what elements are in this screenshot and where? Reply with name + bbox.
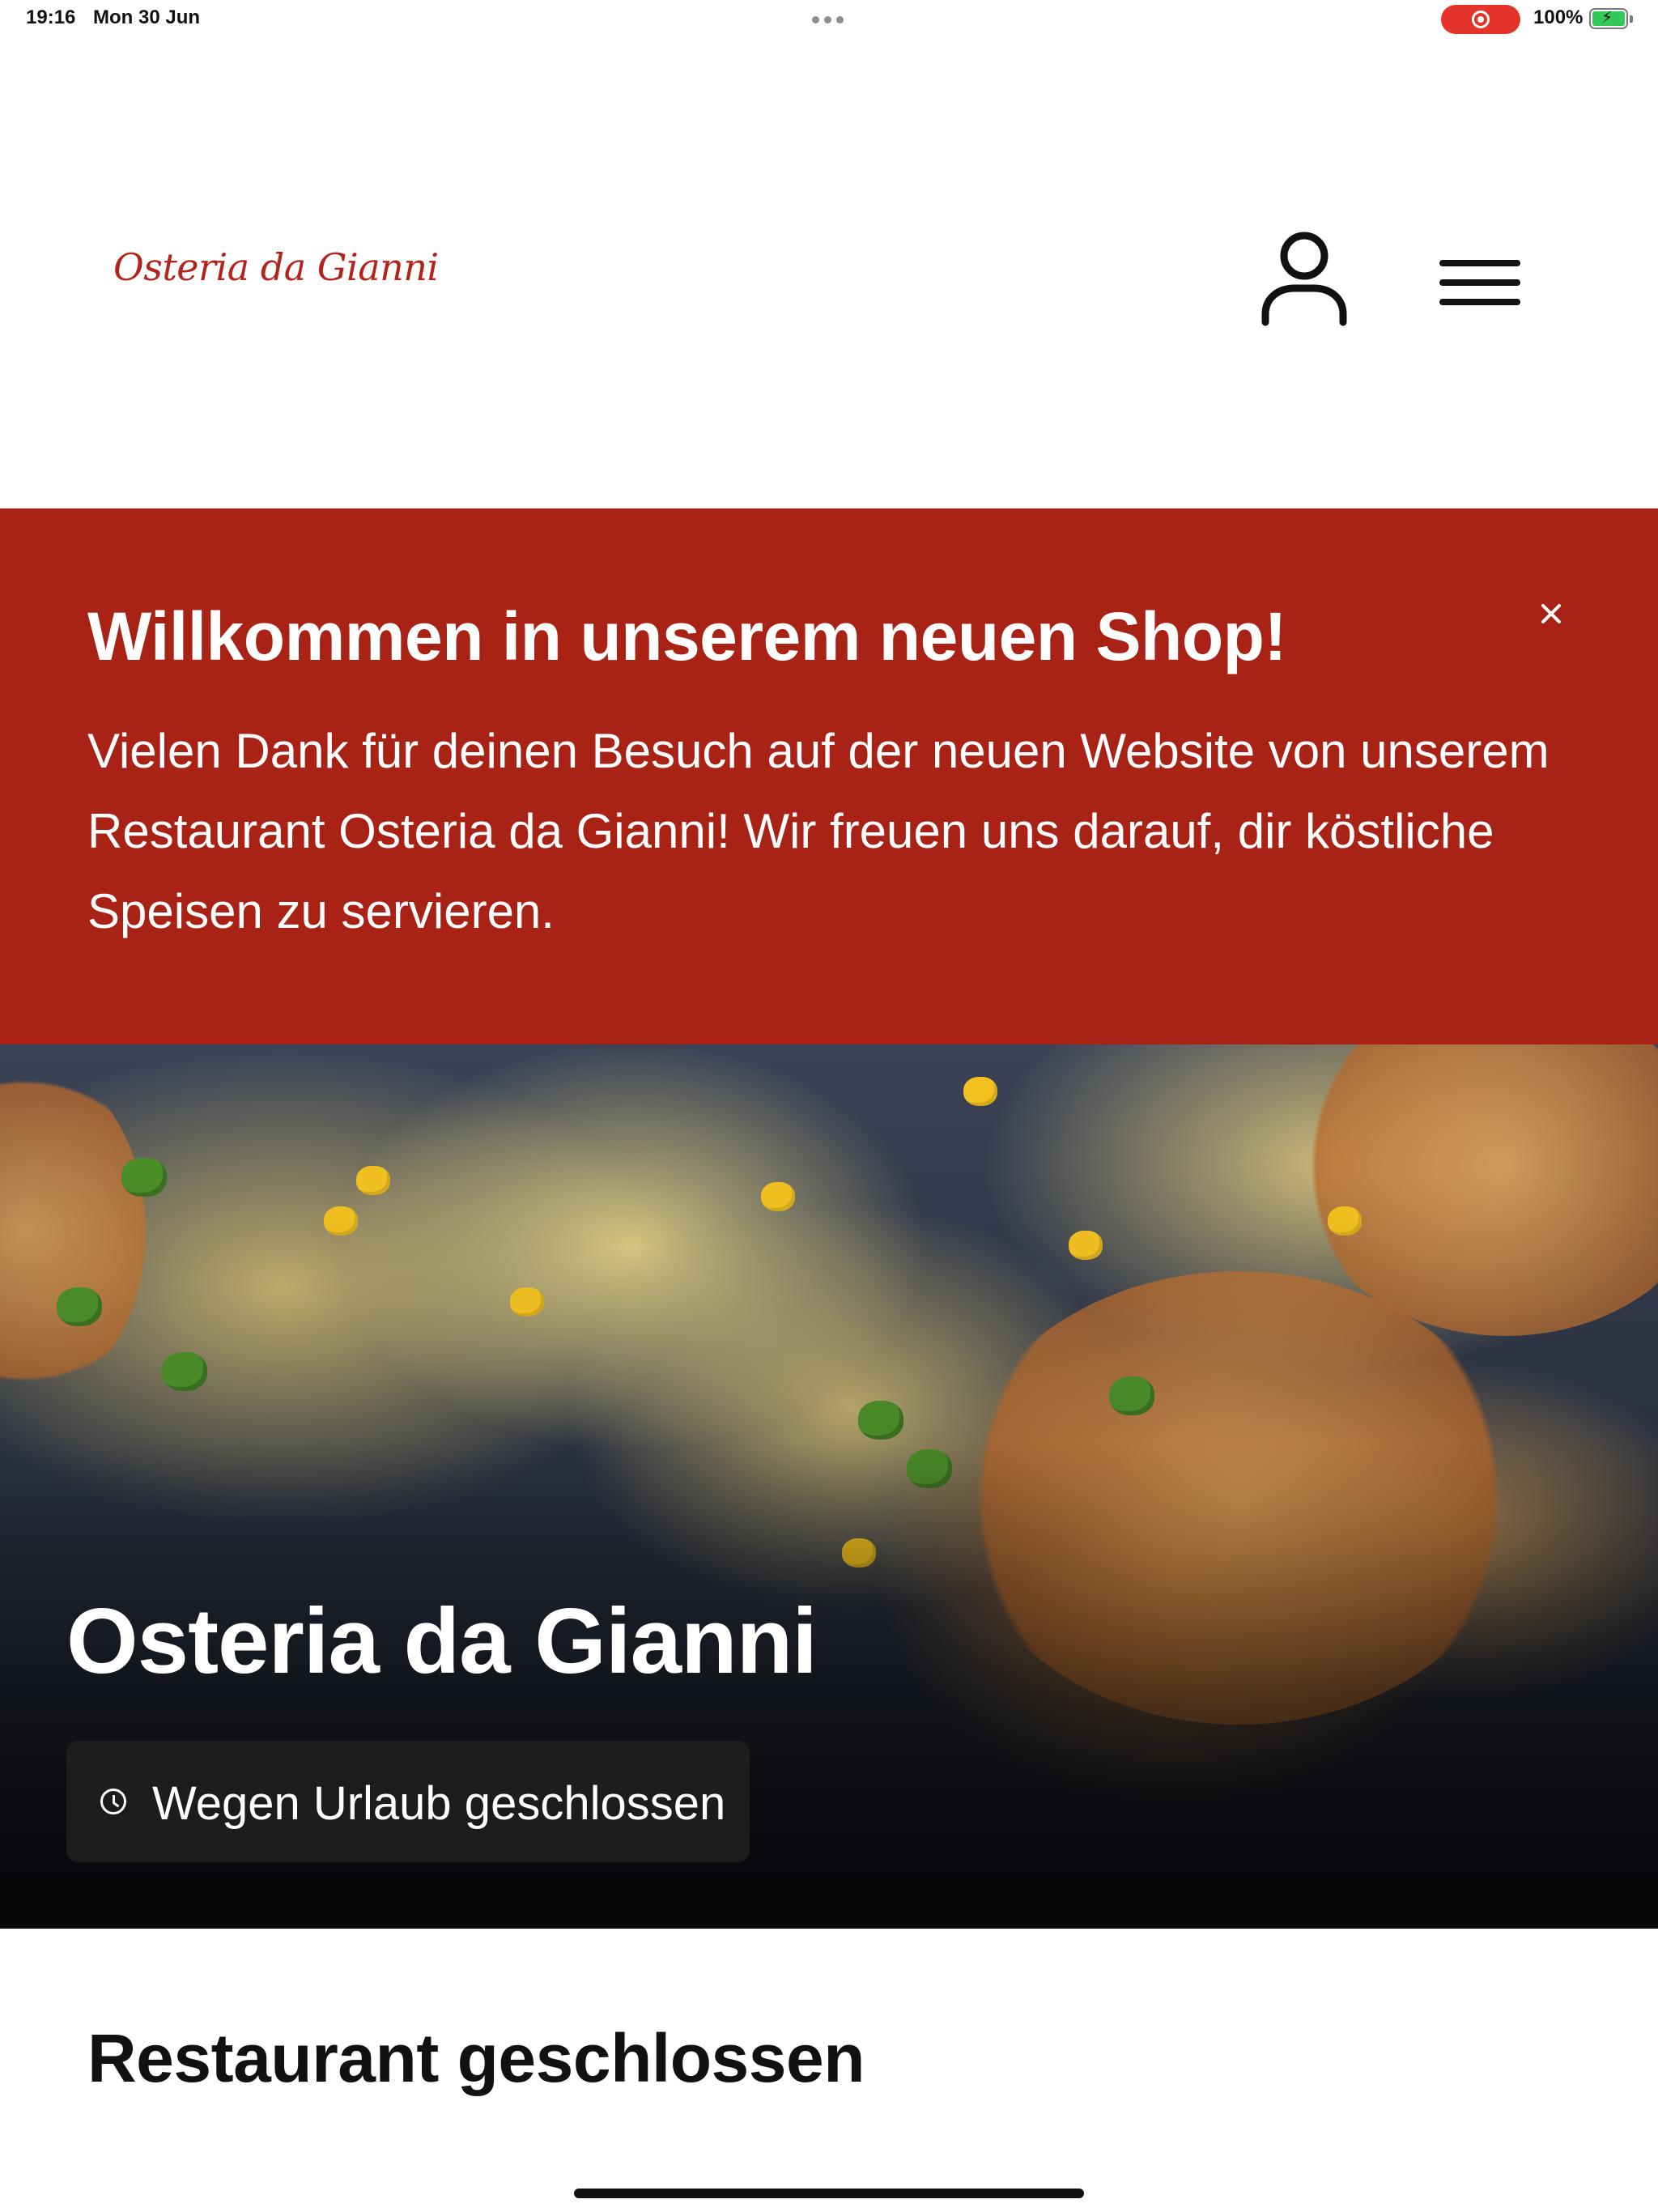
close-icon xyxy=(1541,604,1561,623)
battery-icon xyxy=(1589,7,1633,29)
hero-restaurant-name: Osteria da Gianni xyxy=(66,1590,818,1693)
restaurant-logo[interactable]: Osteria da Gianni xyxy=(113,245,439,289)
multitasking-dots-icon[interactable] xyxy=(812,16,844,23)
hero-section: Osteria da Gianni Wegen Urlaub geschloss… xyxy=(0,1044,1658,1929)
banner-close-button[interactable] xyxy=(1528,591,1574,636)
screen-recording-indicator[interactable] xyxy=(1441,5,1520,34)
clock-icon xyxy=(100,1789,126,1814)
home-indicator[interactable] xyxy=(574,2189,1084,2198)
opening-status-label: Wegen Urlaub geschlossen xyxy=(152,1777,726,1830)
opening-status-badge: Wegen Urlaub geschlossen xyxy=(66,1741,750,1862)
status-bar: 19:16 Mon 30 Jun 100% xyxy=(0,0,1658,39)
banner-text: Vielen Dank für deinen Besuch auf der ne… xyxy=(87,724,1550,938)
account-button[interactable] xyxy=(1259,225,1350,327)
menu-button[interactable] xyxy=(1435,245,1526,318)
record-icon xyxy=(1472,11,1490,28)
user-icon xyxy=(1261,232,1347,326)
page: 19:16 Mon 30 Jun 100% Osteria da Gianni … xyxy=(0,0,1658,2212)
section-title: Restaurant geschlossen xyxy=(87,2020,865,2096)
welcome-banner: Willkommen in unserem neuen Shop! Vielen… xyxy=(0,508,1658,1044)
banner-title: Willkommen in unserem neuen Shop! xyxy=(87,598,1286,674)
site-header: Osteria da Gianni xyxy=(0,39,1658,508)
battery-percentage: 100% xyxy=(1533,6,1584,28)
status-date: Mon 30 Jun xyxy=(93,6,201,28)
status-time: 19:16 xyxy=(26,6,76,28)
